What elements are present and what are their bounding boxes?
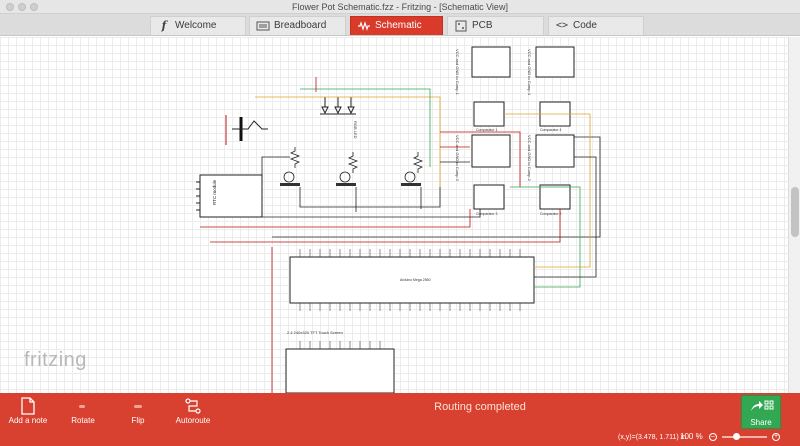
share-icon — [751, 400, 774, 411]
schematic-canvas[interactable]: RGB LED RTC module VCC and GND to Comp 1… — [0, 37, 788, 393]
tab-welcome-label: Welcome — [175, 20, 217, 31]
comparator-2: Comparator 2 — [539, 184, 571, 216]
vcc-block-3: VCC and GND to Comp 3 — [455, 134, 511, 182]
flip-button[interactable]: Flip — [112, 395, 164, 427]
comp4-label: Comparator 4 — [540, 128, 561, 132]
tab-breadboard[interactable]: Breadboard — [249, 16, 346, 35]
bottom-toolbar: Add a note Rotate Flip Autoroute Routing… — [0, 393, 800, 446]
schematic-drawing: RGB LED RTC module VCC and GND to Comp 1… — [196, 46, 601, 393]
arduino-mega: Arduino Mega 2560 — [289, 256, 535, 304]
tft-display: 2.4 240x320 TFT Touch Screen — [285, 330, 395, 393]
flip-label: Flip — [131, 416, 145, 425]
rgb-led-label: RGB LED — [353, 121, 358, 139]
schematic-icon — [357, 19, 371, 33]
window-title: Flower Pot Schematic.fzz - Fritzing - [S… — [292, 2, 508, 12]
comparator-1: Comparator 1 — [473, 101, 505, 132]
vcc4-label: VCC and GND to Comp 4 — [527, 49, 532, 96]
vcc3-label: VCC and GND to Comp 3 — [455, 135, 460, 182]
routing-status: Routing completed — [434, 401, 526, 413]
code-icon: <> — [555, 20, 569, 31]
rgb-led-symbol: RGB LED — [320, 97, 358, 139]
comp2-label: Comparator 2 — [540, 212, 561, 216]
tab-schematic-label: Schematic — [375, 20, 422, 31]
vcc1-label: VCC and GND to Comp 1 — [455, 49, 460, 96]
tab-welcome[interactable]: f Welcome — [150, 16, 246, 35]
power-jack-symbol — [225, 115, 268, 145]
zoom-slider-handle[interactable] — [733, 433, 740, 440]
minimize-window-button[interactable] — [18, 3, 26, 11]
transistor-3 — [401, 171, 421, 186]
resistor-2 — [347, 152, 359, 173]
comp1-label: Comparator 1 — [476, 128, 497, 132]
tab-pcb-label: PCB — [472, 20, 493, 31]
tab-breadboard-label: Breadboard — [274, 20, 327, 31]
app-window: Flower Pot Schematic.fzz - Fritzing - [S… — [0, 0, 800, 446]
tab-schematic[interactable]: Schematic — [350, 16, 443, 35]
zoom-slider[interactable] — [722, 436, 767, 438]
zoom-out-button[interactable]: – — [709, 433, 717, 441]
add-note-label: Add a note — [8, 416, 48, 425]
close-window-button[interactable] — [6, 3, 14, 11]
autoroute-label: Autoroute — [175, 416, 211, 425]
breadboard-icon — [256, 19, 270, 33]
share-button[interactable]: Share — [741, 395, 781, 429]
tab-pcb[interactable]: PCB — [447, 16, 544, 35]
fritzing-watermark: fritzing — [24, 349, 87, 371]
mega-label: Arduino Mega 2560 — [400, 278, 431, 282]
transistor-1 — [280, 171, 300, 186]
vcc2-label: VCC and GND to Comp 2 — [527, 135, 532, 182]
vcc-block-2: VCC and GND to Comp 2 — [527, 134, 575, 182]
vcc-block-4: VCC and GND to Comp 4 — [527, 46, 575, 96]
resistor-3 — [412, 152, 424, 173]
resistor-1 — [289, 147, 301, 168]
vcc-block-1: VCC and GND to Comp 1 — [455, 46, 511, 96]
zoom-level: 100 % — [680, 432, 703, 441]
rtc-module-label: RTC module — [212, 179, 217, 205]
title-bar: Flower Pot Schematic.fzz - Fritzing - [S… — [0, 0, 800, 14]
autoroute-button[interactable]: Autoroute — [167, 395, 219, 427]
zoom-window-button[interactable] — [30, 3, 38, 11]
tab-code[interactable]: <> Code — [548, 16, 644, 35]
view-tab-bar: f Welcome Breadboard Schematic PCB <> Co… — [0, 14, 800, 36]
scrollbar-thumb[interactable] — [791, 187, 799, 237]
rotate-label: Rotate — [71, 416, 95, 425]
note-icon — [21, 397, 35, 415]
transistor-2 — [336, 171, 356, 186]
rtc-module: RTC module — [196, 174, 263, 218]
rotate-icon — [79, 405, 85, 408]
share-label: Share — [750, 418, 772, 427]
add-note-button[interactable]: Add a note — [2, 395, 54, 427]
comparator-4: Comparator 4 — [539, 101, 571, 132]
flip-icon — [134, 405, 142, 408]
tab-code-label: Code — [573, 20, 597, 31]
fritzing-f-icon: f — [161, 19, 167, 32]
cursor-coordinates: (x,y)=(3.478, 1.711) in — [618, 434, 687, 441]
autoroute-icon — [185, 398, 201, 414]
comp3-label: Comparator 3 — [476, 212, 497, 216]
zoom-in-button[interactable]: + — [772, 433, 780, 441]
rotate-button[interactable]: Rotate — [57, 395, 109, 427]
pcb-icon — [454, 19, 468, 33]
tft-label: 2.4 240x320 TFT Touch Screen — [287, 330, 343, 335]
comparator-3: Comparator 3 — [473, 184, 505, 216]
vertical-scrollbar[interactable] — [788, 37, 800, 393]
